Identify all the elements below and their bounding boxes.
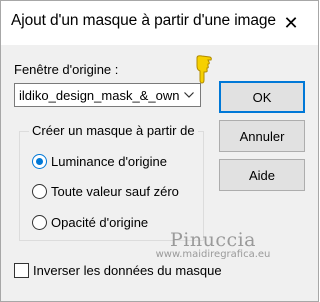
source-window-dropdown[interactable]: ildiko_design_mask_&_own_ <box>14 83 201 107</box>
cancel-button[interactable]: Annuler <box>219 120 305 152</box>
invert-mask-checkbox[interactable] <box>14 263 29 278</box>
dialog-title: Ajout d'un masque à partir d'une image <box>11 12 276 29</box>
mask-source-group-title: Créer un masque à partir de <box>29 123 198 138</box>
mask-from-image-dialog: Ajout d'un masque à partir d'une image ✕… <box>0 0 319 302</box>
radio-label: Toute valeur sauf zéro <box>51 183 179 199</box>
radio-button[interactable] <box>32 214 47 230</box>
watermark-url: www.maidiregrafica.eu <box>155 249 271 260</box>
radio-button[interactable] <box>32 183 47 199</box>
help-button[interactable]: Aide <box>219 159 305 191</box>
radio-source-opacity[interactable]: Opacité d'origine <box>32 213 148 231</box>
radio-label: Luminance d'origine <box>51 153 167 169</box>
close-icon: ✕ <box>283 12 299 33</box>
source-window-value: ildiko_design_mask_&_own_ <box>19 88 179 103</box>
invert-mask-label: Inverser les données du masque <box>33 263 222 278</box>
close-button[interactable]: ✕ <box>277 9 305 37</box>
radio-source-luminance[interactable]: Luminance d'origine <box>32 152 167 170</box>
invert-mask-option[interactable]: Inverser les données du masque <box>14 263 222 278</box>
chevron-down-icon <box>182 86 196 104</box>
radio-any-non-zero[interactable]: Toute valeur sauf zéro <box>32 182 179 200</box>
title-bar: Ajout d'un masque à partir d'une image ✕ <box>1 1 318 45</box>
pointing-hand-icon <box>193 54 215 84</box>
radio-button[interactable] <box>32 153 47 169</box>
source-window-label: Fenêtre d'origine : <box>14 62 119 77</box>
ok-button[interactable]: OK <box>219 81 305 113</box>
radio-label: Opacité d'origine <box>51 214 149 230</box>
